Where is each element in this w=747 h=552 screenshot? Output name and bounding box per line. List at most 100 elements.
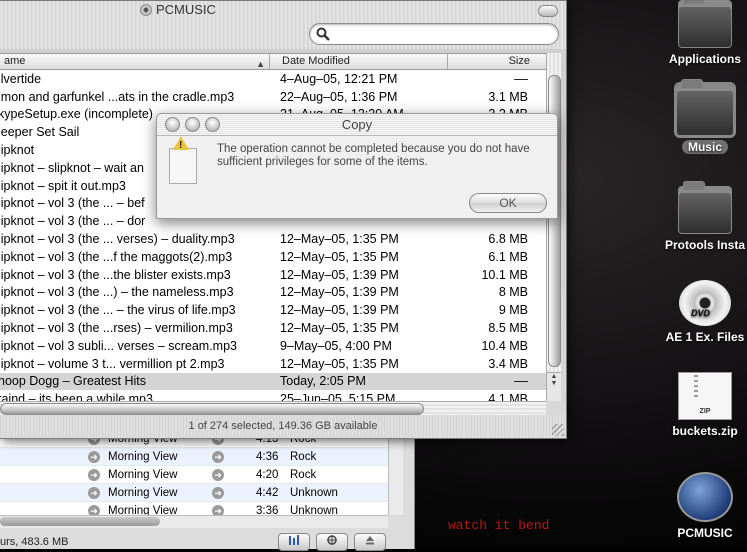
ok-button[interactable]: OK <box>469 193 547 213</box>
visualizer-icon <box>327 535 337 545</box>
equalizer-button[interactable] <box>278 533 310 551</box>
file-size: 8.5 MB <box>488 321 528 336</box>
file-date: 4–Aug–05, 12:21 PM <box>280 71 398 86</box>
file-row[interactable]: lipknot – vol 3 (the ... verses) – duali… <box>0 230 546 248</box>
track-genre: Unknown <box>290 486 338 499</box>
vertical-scrollbar[interactable] <box>388 430 403 515</box>
desktop-icon-label: Applications <box>668 52 741 66</box>
visualizer-button[interactable] <box>316 533 348 551</box>
desktop-icon-music[interactable]: Music <box>650 79 747 154</box>
track-album: Morning View <box>108 504 178 516</box>
vertical-scrollbar[interactable]: ▲ ▼ <box>546 53 561 401</box>
desktop-icon-label: PCMUSIC <box>677 526 733 540</box>
arrow-link-icon[interactable]: ➜ <box>212 486 224 499</box>
horizontal-scrollbar[interactable] <box>0 515 388 528</box>
arrow-link-icon[interactable]: ➜ <box>212 504 224 515</box>
toolbar-toggle-button[interactable] <box>538 5 558 17</box>
eject-button[interactable] <box>354 533 386 551</box>
file-row[interactable]: lipknot – vol 3 (the ...the blister exis… <box>0 266 546 284</box>
desktop-icon-label: Protools Insta <box>664 238 745 252</box>
track-time: 4:20 <box>256 468 279 481</box>
desktop-icon-applications[interactable]: Applications <box>650 0 747 66</box>
file-row[interactable]: ilvertide 4–Aug–05, 12:21 PM –– <box>0 70 546 88</box>
folder-icon <box>678 0 732 48</box>
scroll-thumb[interactable] <box>0 403 424 415</box>
arrow-link-icon[interactable]: ➜ <box>88 504 100 515</box>
arrow-link-icon[interactable]: ➜ <box>88 450 100 463</box>
column-header-date[interactable]: Date Modified <box>270 54 448 69</box>
column-header-label: Date Modified <box>282 55 350 67</box>
file-row[interactable]: lipknot – vol 3 subli... verses – scream… <box>0 337 546 355</box>
file-date: 12–May–05, 1:35 PM <box>280 321 399 336</box>
track-genre: Rock <box>290 468 317 481</box>
track-album: Morning View <box>108 450 178 463</box>
track-row[interactable]: ➜ Morning View ➜ 4:36 Rock <box>0 448 388 466</box>
file-name: lipknot – vol 3 (the ...) – the nameless… <box>0 285 234 300</box>
arrow-link-icon[interactable]: ➜ <box>212 468 224 481</box>
disc-icon <box>140 3 152 16</box>
sort-ascending-icon: ▲ <box>256 59 265 69</box>
dialog-message: The operation cannot be completed becaus… <box>217 143 530 168</box>
eject-icon <box>366 536 374 545</box>
column-header-size[interactable]: Size <box>448 54 546 69</box>
column-headers: ame ▲ Date Modified Size <box>0 54 546 70</box>
file-size: 6.1 MB <box>488 249 528 264</box>
file-row[interactable]: lipknot – vol 3 (the ...rses) – vermilio… <box>0 319 546 337</box>
file-row[interactable]: lipknot – vol 3 (the ...) – the nameless… <box>0 284 546 302</box>
wallpaper-text: watch it bend <box>448 518 550 533</box>
column-header-label: Size <box>508 55 530 67</box>
desktop-icon-pcmusic[interactable]: PCMUSIC <box>650 472 747 540</box>
track-row[interactable]: ➜ Morning View ➜ 3:36 Unknown <box>0 502 388 515</box>
copy-error-dialog[interactable]: Copy ! The operation cannot be completed… <box>156 113 558 219</box>
column-header-label: ame <box>4 55 26 67</box>
file-name: lipknot – vol 3 (the ...f the maggots(2)… <box>0 249 233 264</box>
file-date: Today, 2:05 PM <box>280 374 366 389</box>
scroll-thumb[interactable] <box>0 517 160 526</box>
track-time: 4:36 <box>256 450 279 463</box>
file-date: 12–May–05, 1:35 PM <box>280 232 399 247</box>
arrow-link-icon[interactable]: ➜ <box>88 468 100 481</box>
track-row[interactable]: ➜ Morning View ➜ 4:42 Unknown <box>0 484 388 502</box>
file-row[interactable]: lipknot – vol 3 (the ...f the maggots(2)… <box>0 248 546 266</box>
file-date: 12–May–05, 1:35 PM <box>280 356 399 371</box>
file-row[interactable]: imon and garfunkel ...ats in the cradle.… <box>0 88 546 106</box>
track-list: ➜Morning View➜4:13Rock➜Morning View➜4:36… <box>0 430 388 515</box>
file-size: 8 MB <box>498 285 528 300</box>
warning-exclamation: ! <box>179 140 183 151</box>
track-time: 4:42 <box>256 486 279 499</box>
desktop-icon-label: AE 1 Ex. Files <box>665 330 745 344</box>
status-bar: 1 of 274 selected, 149.36 GB available <box>0 415 566 438</box>
file-name: imon and garfunkel ...ats in the cradle.… <box>0 89 235 104</box>
file-size: 3.1 MB <box>488 89 528 104</box>
library-status: urs, 483.6 MB <box>0 536 69 548</box>
desktop-icon-buckets-zip[interactable]: ZIP buckets.zip <box>650 372 747 438</box>
file-size: 6.8 MB <box>488 232 528 247</box>
file-row[interactable]: noop Dogg – Greatest Hits Today, 2:05 PM –… <box>0 372 546 391</box>
desktop-icon-protools[interactable]: Protools Insta <box>650 181 747 252</box>
file-size: 10.4 MB <box>481 338 528 353</box>
file-size: –– <box>514 71 528 86</box>
file-date: 12–May–05, 1:35 PM <box>280 249 399 264</box>
track-row[interactable]: ➜ Morning View ➜ 4:20 Rock <box>0 466 388 484</box>
file-row[interactable]: lipknot – volume 3 t... vermillion pt 2.… <box>0 355 546 373</box>
file-date: 22–Aug–05, 1:36 PM <box>280 89 398 104</box>
file-name: lipknot – vol 3 (the ...rses) – vermilio… <box>0 321 233 336</box>
dialog-title: Copy <box>341 117 373 132</box>
finder-window[interactable]: PCMUSIC ame ▲ Date Modified Size ilverti… <box>0 0 567 439</box>
arrow-link-icon[interactable]: ➜ <box>88 486 100 499</box>
search-field[interactable] <box>309 23 559 45</box>
arrow-link-icon[interactable]: ➜ <box>212 450 224 463</box>
column-header-name[interactable]: ame ▲ <box>0 54 270 69</box>
scroll-arrows[interactable]: ▲ ▼ <box>547 372 561 401</box>
desktop-icon-ae-files[interactable]: DVD AE 1 Ex. Files <box>650 280 747 344</box>
dialog-titlebar[interactable]: Copy <box>157 114 557 136</box>
dvd-logo: DVD <box>691 308 711 318</box>
file-row[interactable]: lipknot – vol 3 (the ... – the virus of … <box>0 301 546 319</box>
file-list: ame ▲ Date Modified Size ilvertide 4–Aug–… <box>0 53 546 402</box>
resize-grip[interactable] <box>552 424 564 436</box>
file-date: 12–May–05, 1:39 PM <box>280 285 399 300</box>
file-date: 12–May–05, 1:39 PM <box>280 267 399 282</box>
background-music-window[interactable]: ➜Morning View➜4:13Rock➜Morning View➜4:36… <box>0 430 415 549</box>
folder-icon <box>678 181 732 234</box>
horizontal-scrollbar[interactable] <box>0 401 546 416</box>
